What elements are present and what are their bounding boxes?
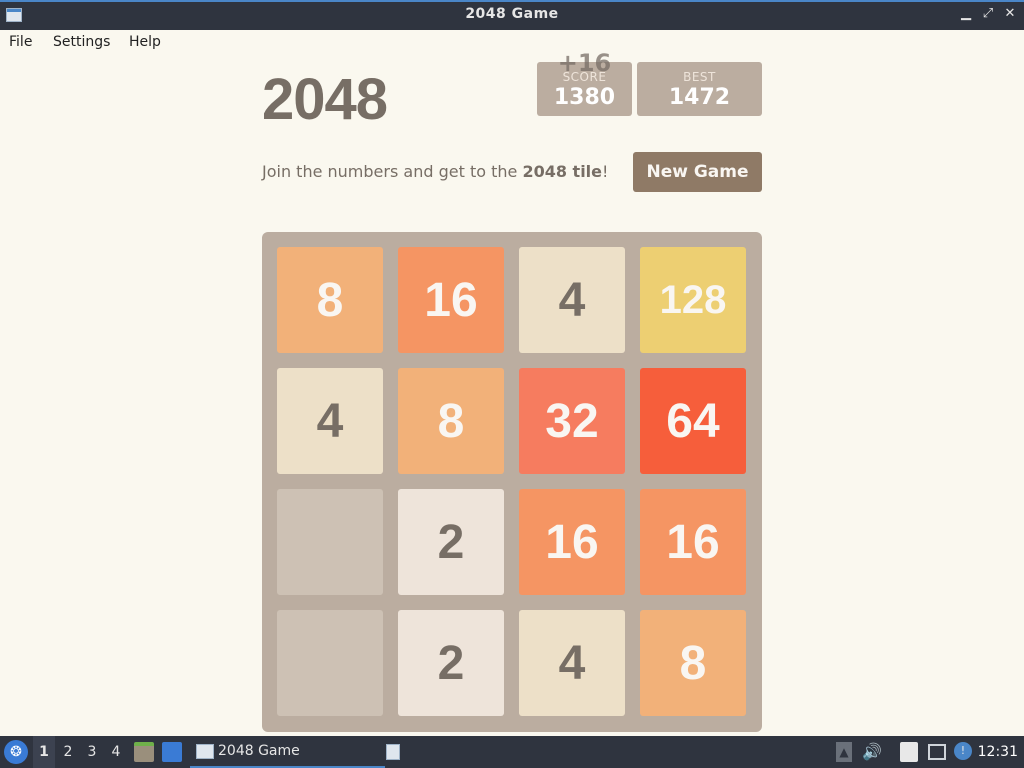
tile: 128 — [640, 247, 746, 353]
maximize-icon[interactable]: ⤢ — [980, 6, 996, 21]
best-box: BEST 1472 — [637, 62, 762, 116]
intro-suffix: ! — [602, 162, 609, 181]
best-label: BEST — [683, 70, 716, 84]
intro-text: Join the numbers and get to the — [262, 162, 523, 181]
tile: 16 — [640, 489, 746, 595]
clipboard-icon[interactable] — [900, 742, 918, 762]
workspace-2[interactable]: 2 — [57, 736, 79, 768]
task-window-icon — [196, 744, 214, 759]
close-icon[interactable]: ✕ — [1002, 6, 1018, 21]
game-title: 2048 — [262, 67, 388, 132]
menu-settings[interactable]: Settings — [53, 34, 110, 50]
file-manager-icon[interactable] — [134, 742, 154, 762]
menu-file[interactable]: File — [9, 34, 32, 50]
tile: 2 — [398, 610, 504, 716]
menu-help[interactable]: Help — [129, 34, 161, 50]
game-intro: Join the numbers and get to the 2048 til… — [262, 162, 608, 181]
new-game-button[interactable]: New Game — [633, 152, 762, 192]
score-value: 1380 — [553, 85, 616, 110]
clock[interactable]: 12:31 — [978, 736, 1018, 768]
workspace-3[interactable]: 3 — [81, 736, 103, 768]
tile: 4 — [519, 247, 625, 353]
best-value: 1472 — [668, 85, 731, 110]
tile: 8 — [640, 610, 746, 716]
tile: 2 — [398, 489, 504, 595]
title-bar: 2048 Game ▁ ⤢ ✕ — [0, 0, 1024, 30]
up-arrow-icon[interactable]: ▲ — [836, 742, 852, 762]
notification-icon[interactable]: ! — [954, 742, 972, 760]
menu-bar: File Settings Help — [0, 30, 1024, 56]
tile: 8 — [398, 368, 504, 474]
intro-goal: 2048 tile — [522, 162, 603, 181]
taskbar-task-2048[interactable]: 2048 Game — [190, 736, 385, 768]
empty-cell — [277, 610, 383, 716]
tile: 16 — [519, 489, 625, 595]
show-desktop-icon[interactable] — [162, 742, 182, 762]
volume-icon[interactable]: 🔊 — [862, 742, 882, 762]
tile: 8 — [277, 247, 383, 353]
window-title: 2048 Game — [465, 6, 559, 22]
tile: 4 — [277, 368, 383, 474]
taskbar: ❂ 1 2 3 4 2048 Game ▲ 🔊 ! 12:31 — [0, 736, 1024, 768]
task-label: 2048 Game — [218, 743, 300, 759]
score-addition: +16 — [557, 49, 612, 77]
tile: 64 — [640, 368, 746, 474]
start-menu-icon[interactable]: ❂ — [4, 740, 28, 764]
minimize-icon[interactable]: ▁ — [958, 6, 974, 21]
network-icon[interactable] — [928, 744, 946, 760]
empty-cell — [277, 489, 383, 595]
tile: 16 — [398, 247, 504, 353]
game-board[interactable]: 8 16 4 128 4 8 32 64 2 16 16 2 4 8 — [262, 232, 762, 732]
window-controls: ▁ ⤢ ✕ — [958, 6, 1018, 21]
workspace-4[interactable]: 4 — [105, 736, 127, 768]
workspace-1[interactable]: 1 — [33, 736, 55, 768]
tile: 4 — [519, 610, 625, 716]
taskbar-window-icon[interactable] — [386, 744, 400, 760]
tile: 32 — [519, 368, 625, 474]
